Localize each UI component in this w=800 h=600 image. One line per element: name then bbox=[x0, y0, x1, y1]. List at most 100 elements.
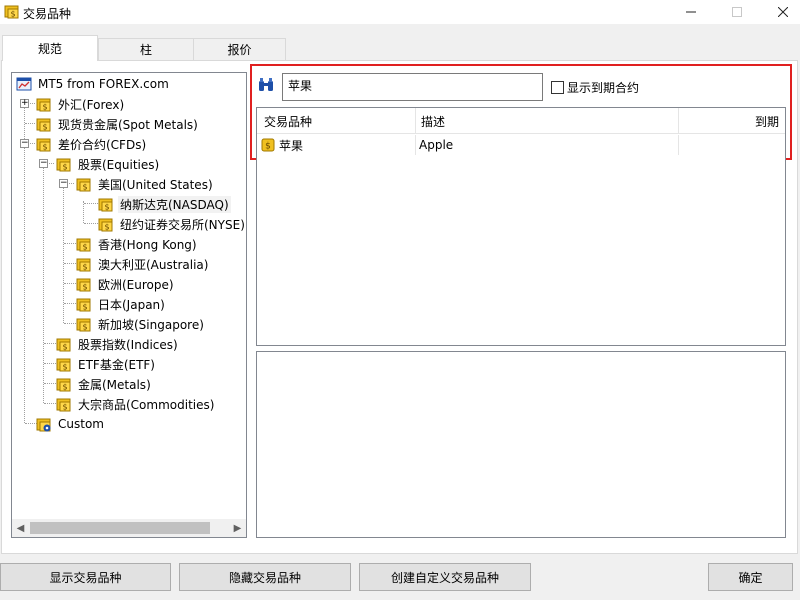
create-custom-symbol-button[interactable]: 创建自定义交易品种 bbox=[359, 563, 531, 591]
collapse-icon[interactable]: − bbox=[59, 179, 68, 188]
folder-coin-icon: $ bbox=[56, 338, 71, 352]
svg-text:$: $ bbox=[62, 163, 67, 172]
folder-coin-icon: $ bbox=[56, 378, 71, 392]
tree-label: 差价合约(CFDs) bbox=[58, 137, 147, 152]
tree-item-japan[interactable]: $ 日本(Japan) bbox=[76, 295, 167, 313]
cell-expiry bbox=[679, 135, 785, 155]
tree-label: 新加坡(Singapore) bbox=[98, 317, 204, 332]
folder-coin-icon: $ bbox=[98, 198, 113, 212]
tree-label: 日本(Japan) bbox=[98, 297, 165, 312]
symbol-tree[interactable]: MT5 from FOREX.com + − − − $ 外汇(Forex) $… bbox=[11, 72, 247, 538]
tree-item-forex[interactable]: $ 外汇(Forex) bbox=[36, 95, 126, 113]
folder-coin-icon: $ bbox=[98, 218, 113, 232]
folder-coin-icon: $ bbox=[76, 178, 91, 192]
cell-symbol: $ 苹果 bbox=[257, 135, 416, 155]
tree-item-united-states[interactable]: $ 美国(United States) bbox=[76, 175, 215, 193]
folder-coin-icon: $ bbox=[56, 398, 71, 412]
folder-coin-icon: $ bbox=[76, 318, 91, 332]
show-expired-checkbox[interactable]: 显示到期合约 bbox=[551, 79, 639, 96]
tab-label: 规范 bbox=[37, 42, 62, 56]
symbol-name: 苹果 bbox=[279, 138, 304, 153]
svg-text:$: $ bbox=[62, 383, 67, 392]
folder-coin-icon: $ bbox=[76, 278, 91, 292]
window-title: 交易品种 bbox=[23, 7, 72, 21]
svg-text:$: $ bbox=[62, 363, 67, 372]
tree-horizontal-scrollbar[interactable]: ◀ ▶ bbox=[12, 519, 246, 537]
tree-label: Custom bbox=[58, 417, 104, 431]
folder-gear-icon bbox=[36, 418, 51, 432]
tree-item-metals[interactable]: $ 金属(Metals) bbox=[56, 375, 153, 393]
minimize-icon[interactable] bbox=[668, 0, 714, 24]
tree-label: 美国(United States) bbox=[98, 177, 213, 192]
collapse-icon[interactable]: − bbox=[20, 139, 29, 148]
symbol-search-input[interactable]: 苹果 bbox=[282, 73, 543, 101]
expand-icon[interactable]: + bbox=[20, 99, 29, 108]
scroll-left-icon[interactable]: ◀ bbox=[12, 519, 29, 537]
title-bar: $ 交易品种 bbox=[0, 0, 800, 24]
collapse-icon[interactable]: − bbox=[39, 159, 48, 168]
close-icon[interactable] bbox=[760, 0, 800, 24]
hide-symbol-button[interactable]: 隐藏交易品种 bbox=[179, 563, 351, 591]
svg-text:$: $ bbox=[10, 10, 15, 19]
tree-label: MT5 from FOREX.com bbox=[38, 77, 169, 91]
tab-label: 柱 bbox=[139, 43, 152, 57]
svg-text:$: $ bbox=[42, 123, 47, 132]
tree-item-hong-kong[interactable]: $ 香港(Hong Kong) bbox=[76, 235, 199, 253]
svg-text:$: $ bbox=[82, 263, 87, 272]
show-symbol-button[interactable]: 显示交易品种 bbox=[0, 563, 171, 591]
checkbox-label: 显示到期合约 bbox=[567, 81, 640, 95]
tree-root[interactable]: MT5 from FOREX.com bbox=[16, 75, 171, 93]
tree-item-nyse[interactable]: $ 纽约证券交易所(NYSE) bbox=[98, 215, 246, 233]
tree-item-cfds[interactable]: $ 差价合约(CFDs) bbox=[36, 135, 148, 153]
coin-icon: $ bbox=[261, 138, 275, 152]
tree-label: 欧洲(Europe) bbox=[98, 277, 174, 292]
tab-specification[interactable]: 规范 bbox=[2, 35, 98, 61]
tab-bars[interactable]: 柱 bbox=[98, 38, 194, 60]
svg-text:$: $ bbox=[62, 343, 67, 352]
svg-text:$: $ bbox=[82, 183, 87, 192]
cell-description: Apple bbox=[416, 135, 679, 155]
tree-label: 大宗商品(Commodities) bbox=[78, 397, 215, 412]
folder-coin-icon: $ bbox=[56, 158, 71, 172]
table-row[interactable]: $ 苹果 Apple bbox=[257, 135, 785, 155]
tree-item-etf[interactable]: $ ETF基金(ETF) bbox=[56, 355, 157, 373]
tree-item-spot-metals[interactable]: $ 现货贵金属(Spot Metals) bbox=[36, 115, 200, 133]
column-header-symbol[interactable]: 交易品种 bbox=[257, 108, 416, 134]
tree-label: 澳大利亚(Australia) bbox=[98, 257, 209, 272]
checkbox-box[interactable] bbox=[551, 81, 564, 94]
svg-text:$: $ bbox=[62, 403, 67, 412]
svg-text:$: $ bbox=[42, 103, 47, 112]
svg-text:$: $ bbox=[104, 223, 109, 232]
svg-text:$: $ bbox=[265, 142, 271, 152]
folder-coin-icon: $ bbox=[76, 298, 91, 312]
binoculars-icon[interactable] bbox=[258, 77, 274, 93]
tree-label: 香港(Hong Kong) bbox=[98, 237, 197, 252]
tree-item-singapore[interactable]: $ 新加坡(Singapore) bbox=[76, 315, 206, 333]
svg-text:$: $ bbox=[82, 283, 87, 292]
tree-item-commodities[interactable]: $ 大宗商品(Commodities) bbox=[56, 395, 216, 413]
svg-text:$: $ bbox=[82, 243, 87, 252]
symbol-list[interactable]: 交易品种 描述 到期 $ 苹果 Apple bbox=[256, 107, 786, 346]
scroll-right-icon[interactable]: ▶ bbox=[229, 519, 246, 537]
ok-button[interactable]: 确定 bbox=[708, 563, 793, 591]
tree-label: 股票(Equities) bbox=[78, 157, 160, 172]
tree-label: ETF基金(ETF) bbox=[78, 357, 155, 372]
scroll-thumb[interactable] bbox=[30, 522, 210, 534]
svg-text:$: $ bbox=[82, 303, 87, 312]
maximize-icon[interactable] bbox=[714, 0, 760, 24]
tab-label: 报价 bbox=[227, 43, 252, 57]
tree-item-nasdaq[interactable]: $ 纳斯达克(NASDAQ) bbox=[98, 195, 231, 213]
folder-coin-icon: $ bbox=[76, 238, 91, 252]
symbol-details-panel bbox=[256, 351, 786, 538]
column-header-description[interactable]: 描述 bbox=[416, 108, 679, 134]
list-header: 交易品种 描述 到期 bbox=[257, 108, 785, 134]
tab-quotes[interactable]: 报价 bbox=[193, 38, 286, 60]
tree-item-custom[interactable]: Custom bbox=[36, 415, 106, 433]
tree-item-indices[interactable]: $ 股票指数(Indices) bbox=[56, 335, 180, 353]
tree-item-equities[interactable]: $ 股票(Equities) bbox=[56, 155, 161, 173]
tree-label: 股票指数(Indices) bbox=[78, 337, 178, 352]
column-header-expiry[interactable]: 到期 bbox=[679, 108, 785, 134]
tree-item-australia[interactable]: $ 澳大利亚(Australia) bbox=[76, 255, 210, 273]
tree-item-europe[interactable]: $ 欧洲(Europe) bbox=[76, 275, 176, 293]
folder-coin-icon: $ bbox=[4, 5, 19, 19]
